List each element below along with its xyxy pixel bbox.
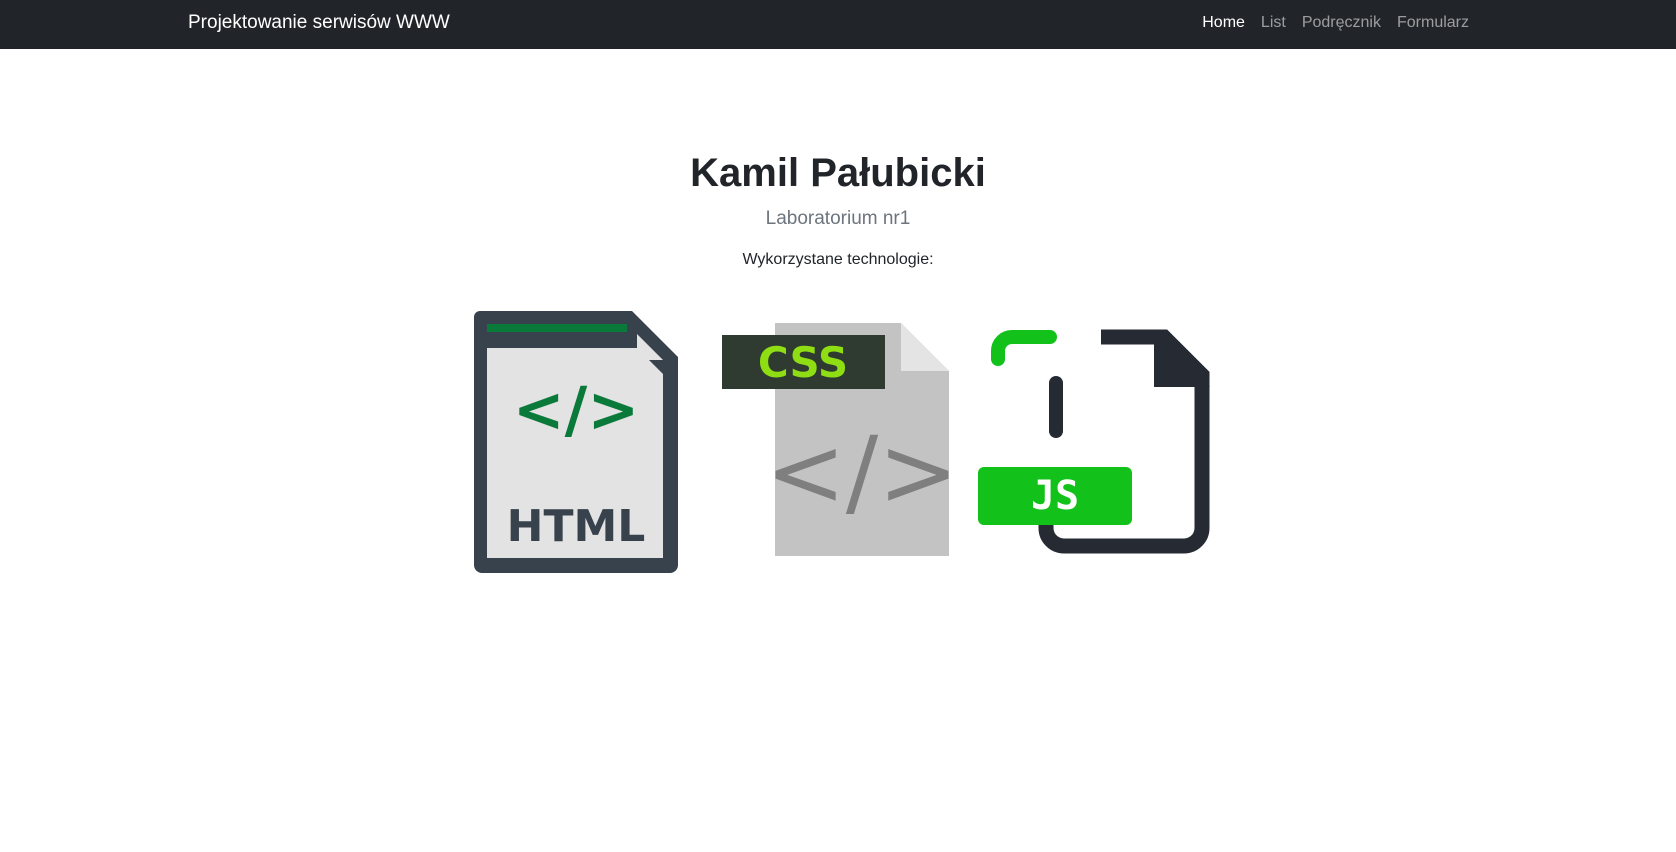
page-title: Kamil Pałubicki xyxy=(690,151,986,195)
nav-links: Home List Podręcznik Formularz xyxy=(1194,0,1477,45)
html-code-glyph: </> xyxy=(513,373,640,446)
nav-link-home[interactable]: Home xyxy=(1194,0,1253,45)
nav-link-formularz[interactable]: Formularz xyxy=(1389,0,1477,45)
technologies-label: Wykorzystane technologie: xyxy=(742,251,934,268)
js-badge: JS xyxy=(1031,473,1079,519)
css-badge: CSS xyxy=(758,338,848,387)
nav-link-list[interactable]: List xyxy=(1253,0,1294,45)
nav-link-podrecznik[interactable]: Podręcznik xyxy=(1294,0,1389,45)
css-code-glyph: </> xyxy=(765,416,950,528)
html-badge: HTML xyxy=(507,501,646,552)
top-navbar: Projektowanie serwisów WWW Home List Pod… xyxy=(0,0,1676,49)
technology-icons: </> HTML CSS </> JS xyxy=(0,307,1676,577)
html-file-icon: </> HTML xyxy=(474,311,678,573)
js-file-icon: JS xyxy=(978,329,1210,554)
page-subtitle: Laboratorium nr1 xyxy=(765,208,911,229)
navbar-brand[interactable]: Projektowanie serwisów WWW xyxy=(188,0,450,45)
css-file-icon: CSS </> xyxy=(722,323,950,556)
